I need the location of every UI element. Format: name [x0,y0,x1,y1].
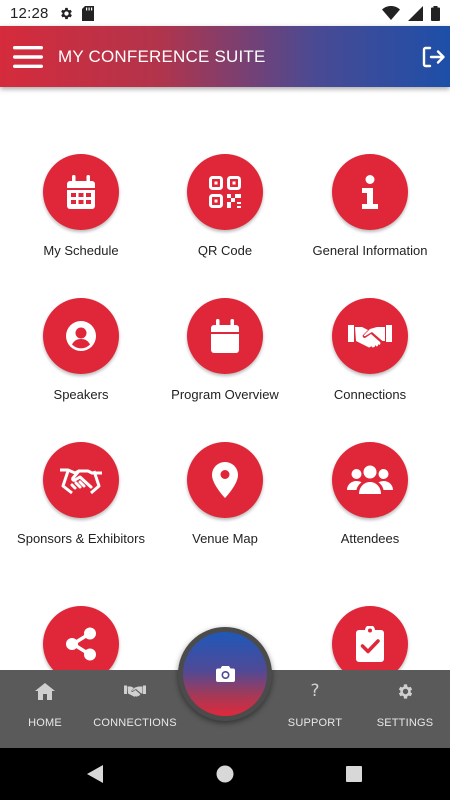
tile-circle [332,442,408,518]
tile-circle [332,154,408,230]
app-title: MY CONFERENCE SUITE [58,46,266,66]
tile-circle [43,442,119,518]
hamburger-menu-icon [13,45,43,68]
home-circle-icon [216,765,234,783]
tile-label: QR Code [197,243,253,258]
tile-circle [43,298,119,374]
tile-circle [187,298,263,374]
tile-program-overview[interactable]: Program Overview [150,298,300,404]
question-icon: ? [310,681,320,701]
menu-button[interactable] [0,26,56,87]
nav-settings-label: SETTINGS [376,717,434,729]
nav-settings[interactable]: SETTINGS [360,670,450,748]
tile-venue-map[interactable]: Venue Map [150,442,300,548]
calendar-grid-icon [67,175,95,209]
tile-label: General Information [312,243,428,258]
qr-code-icon [209,176,241,208]
tile-attendees[interactable]: Attendees [295,442,445,548]
tile-label: Speakers [53,387,109,402]
tile-qr-code[interactable]: QR Code [150,154,300,260]
status-bar: 12:28 [0,0,450,26]
system-nav-bar [0,748,450,800]
battery-icon [431,5,440,21]
tile-circle [187,442,263,518]
tile-circle [43,154,119,230]
users-icon [347,465,393,494]
recents-icon [346,766,362,782]
sd-card-icon [81,5,94,21]
tile-label: Venue Map [192,531,258,546]
tile-circle [332,298,408,374]
info-icon [362,175,378,209]
home-icon [35,682,55,700]
map-marker-icon [212,462,238,498]
handshake-icon [124,685,146,697]
tile-label: Connections [333,387,407,402]
tile-sponsors-exhibitors[interactable]: Sponsors & Exhibitors [6,442,156,548]
handshake-icon [348,325,392,348]
gear-icon [398,683,412,699]
nav-connections[interactable]: CONNECTIONS [90,670,180,748]
signal-icon [408,5,423,21]
feature-grid: My Schedule QR Code General Information … [0,87,450,682]
tile-label: My Schedule [43,243,119,258]
tile-general-information[interactable]: General Information [295,154,445,260]
tile-connections[interactable]: Connections [295,298,445,404]
wifi-icon [382,6,400,20]
app-bar: MY CONFERENCE SUITE [0,26,450,87]
nav-support-label: SUPPORT [287,717,343,729]
status-time: 12:28 [10,4,49,22]
handshake-icon [60,468,102,495]
tile-label: Attendees [340,531,400,546]
tile-speakers[interactable]: Speakers [6,298,156,404]
nav-home[interactable]: HOME [0,670,90,748]
calendar-icon [211,319,239,353]
tile-label: Sponsors & Exhibitors [17,531,145,546]
system-recents-button[interactable] [324,748,384,800]
system-back-button[interactable] [65,748,125,800]
logout-icon [422,46,445,67]
nav-connections-label: CONNECTIONS [93,717,177,729]
tile-my-schedule[interactable]: My Schedule [6,154,156,260]
tile-label: Program Overview [171,387,279,402]
system-home-button[interactable] [195,748,255,800]
share-icon [66,627,96,661]
gear-icon [60,7,72,19]
user-circle-icon [66,321,96,351]
tile-circle [187,154,263,230]
camera-button[interactable] [178,627,272,721]
logout-button[interactable] [418,26,450,87]
camera-icon [215,666,235,682]
clipboard-check-icon [356,626,384,662]
back-icon [87,765,103,783]
nav-support[interactable]: ? SUPPORT [270,670,360,748]
nav-home-label: HOME [28,717,62,729]
